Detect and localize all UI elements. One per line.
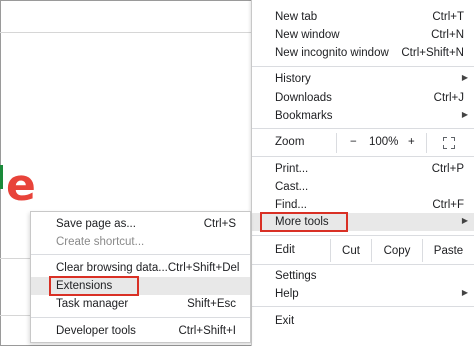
browser-main-menu: New tab Ctrl+T New window Ctrl+N New inc… xyxy=(251,0,474,346)
submenu-arrow-icon: ▶ xyxy=(461,110,468,119)
edit-row: Edit Cut Copy Paste xyxy=(252,239,474,262)
menu-item-shortcut: Ctrl+N xyxy=(431,29,464,41)
menu-item-label: Clear browsing data... xyxy=(56,262,168,274)
menu-item-help[interactable]: Help ▶ xyxy=(252,285,474,303)
zoom-row: Zoom − 100% + xyxy=(252,133,474,153)
submenu-arrow-icon: ▶ xyxy=(461,288,468,297)
menu-item-shortcut: Ctrl+Shift+N xyxy=(401,47,464,59)
menu-item-history[interactable]: History ▶ xyxy=(252,70,474,88)
zoom-out-button[interactable]: − xyxy=(350,136,357,148)
menu-item-downloads[interactable]: Downloads Ctrl+J xyxy=(252,89,474,107)
more-tools-submenu: Save page as... Ctrl+S Create shortcut..… xyxy=(30,211,251,343)
menu-item-label: Settings xyxy=(275,270,317,282)
menu-item-label: Print... xyxy=(275,163,309,175)
copy-button[interactable]: Copy xyxy=(372,239,422,262)
menu-item-label: Bookmarks xyxy=(275,110,333,122)
menu-item-shortcut: Ctrl+P xyxy=(431,163,464,175)
page-divider xyxy=(0,32,251,33)
menu-item-label: Save page as... xyxy=(56,218,136,230)
menu-item-label: New window xyxy=(275,29,340,41)
more-tools-highlight-box xyxy=(260,212,348,232)
submenu-arrow-icon: ▶ xyxy=(461,216,468,225)
edit-label: Edit xyxy=(275,244,295,256)
menu-item-shortcut: Ctrl+Shift+I xyxy=(178,325,236,337)
menu-item-print[interactable]: Print... Ctrl+P xyxy=(252,160,474,178)
menu-separator xyxy=(252,306,474,307)
menu-separator xyxy=(31,317,250,318)
page-divider xyxy=(0,315,30,316)
menu-item-new-incognito-window[interactable]: New incognito window Ctrl+Shift+N xyxy=(252,44,474,62)
submenu-item-clear-browsing-data[interactable]: Clear browsing data... Ctrl+Shift+Del xyxy=(31,259,250,277)
menu-item-shortcut: Ctrl+Shift+Del xyxy=(167,262,240,274)
menu-item-label: History xyxy=(275,73,311,85)
menu-item-label: Downloads xyxy=(275,92,332,104)
menu-separator xyxy=(252,128,474,129)
menu-item-shortcut: Ctrl+J xyxy=(433,92,464,104)
zoom-level-value: 100% xyxy=(369,136,399,148)
menu-item-label: Cast... xyxy=(275,181,309,193)
menu-item-label: Create shortcut... xyxy=(56,236,145,248)
menu-separator xyxy=(252,66,474,67)
page-divider xyxy=(0,258,30,259)
menu-item-label: New incognito window xyxy=(275,47,389,59)
menu-separator xyxy=(252,264,474,265)
browser-logo-icon: e xyxy=(6,160,36,211)
zoom-divider xyxy=(426,133,427,153)
zoom-in-button[interactable]: + xyxy=(408,136,415,148)
menu-item-exit[interactable]: Exit xyxy=(252,312,474,330)
menu-item-settings[interactable]: Settings xyxy=(252,267,474,285)
menu-item-shortcut: Ctrl+S xyxy=(203,218,236,230)
menu-item-bookmarks[interactable]: Bookmarks ▶ xyxy=(252,107,474,125)
menu-item-label: Developer tools xyxy=(56,325,136,337)
menu-item-new-tab[interactable]: New tab Ctrl+T xyxy=(252,8,474,26)
menu-item-new-window[interactable]: New window Ctrl+N xyxy=(252,26,474,44)
menu-separator xyxy=(252,235,474,236)
menu-separator xyxy=(252,156,474,157)
menu-item-shortcut: Ctrl+F xyxy=(432,199,464,211)
menu-item-shortcut: Shift+Esc xyxy=(187,298,236,310)
menu-item-label: Find... xyxy=(275,199,307,211)
zoom-label: Zoom xyxy=(275,136,305,148)
menu-item-label: Help xyxy=(275,288,299,300)
cut-button[interactable]: Cut xyxy=(331,239,371,262)
menu-separator xyxy=(31,254,250,255)
page-accent-bar xyxy=(0,165,3,189)
submenu-item-task-manager[interactable]: Task manager Shift+Esc xyxy=(31,295,250,313)
fullscreen-icon[interactable] xyxy=(443,137,455,149)
zoom-divider xyxy=(336,133,337,153)
submenu-item-developer-tools[interactable]: Developer tools Ctrl+Shift+I xyxy=(31,322,250,340)
menu-item-label: Task manager xyxy=(56,298,129,310)
menu-item-cast[interactable]: Cast... xyxy=(252,178,474,196)
submenu-item-create-shortcut: Create shortcut... xyxy=(31,233,250,251)
menu-item-label: Exit xyxy=(275,315,295,327)
menu-item-shortcut: Ctrl+T xyxy=(432,11,464,23)
submenu-arrow-icon: ▶ xyxy=(461,73,468,82)
menu-item-label: New tab xyxy=(275,11,318,23)
paste-button[interactable]: Paste xyxy=(423,239,474,262)
submenu-item-save-page[interactable]: Save page as... Ctrl+S xyxy=(31,215,250,233)
extensions-highlight-box xyxy=(49,276,139,296)
